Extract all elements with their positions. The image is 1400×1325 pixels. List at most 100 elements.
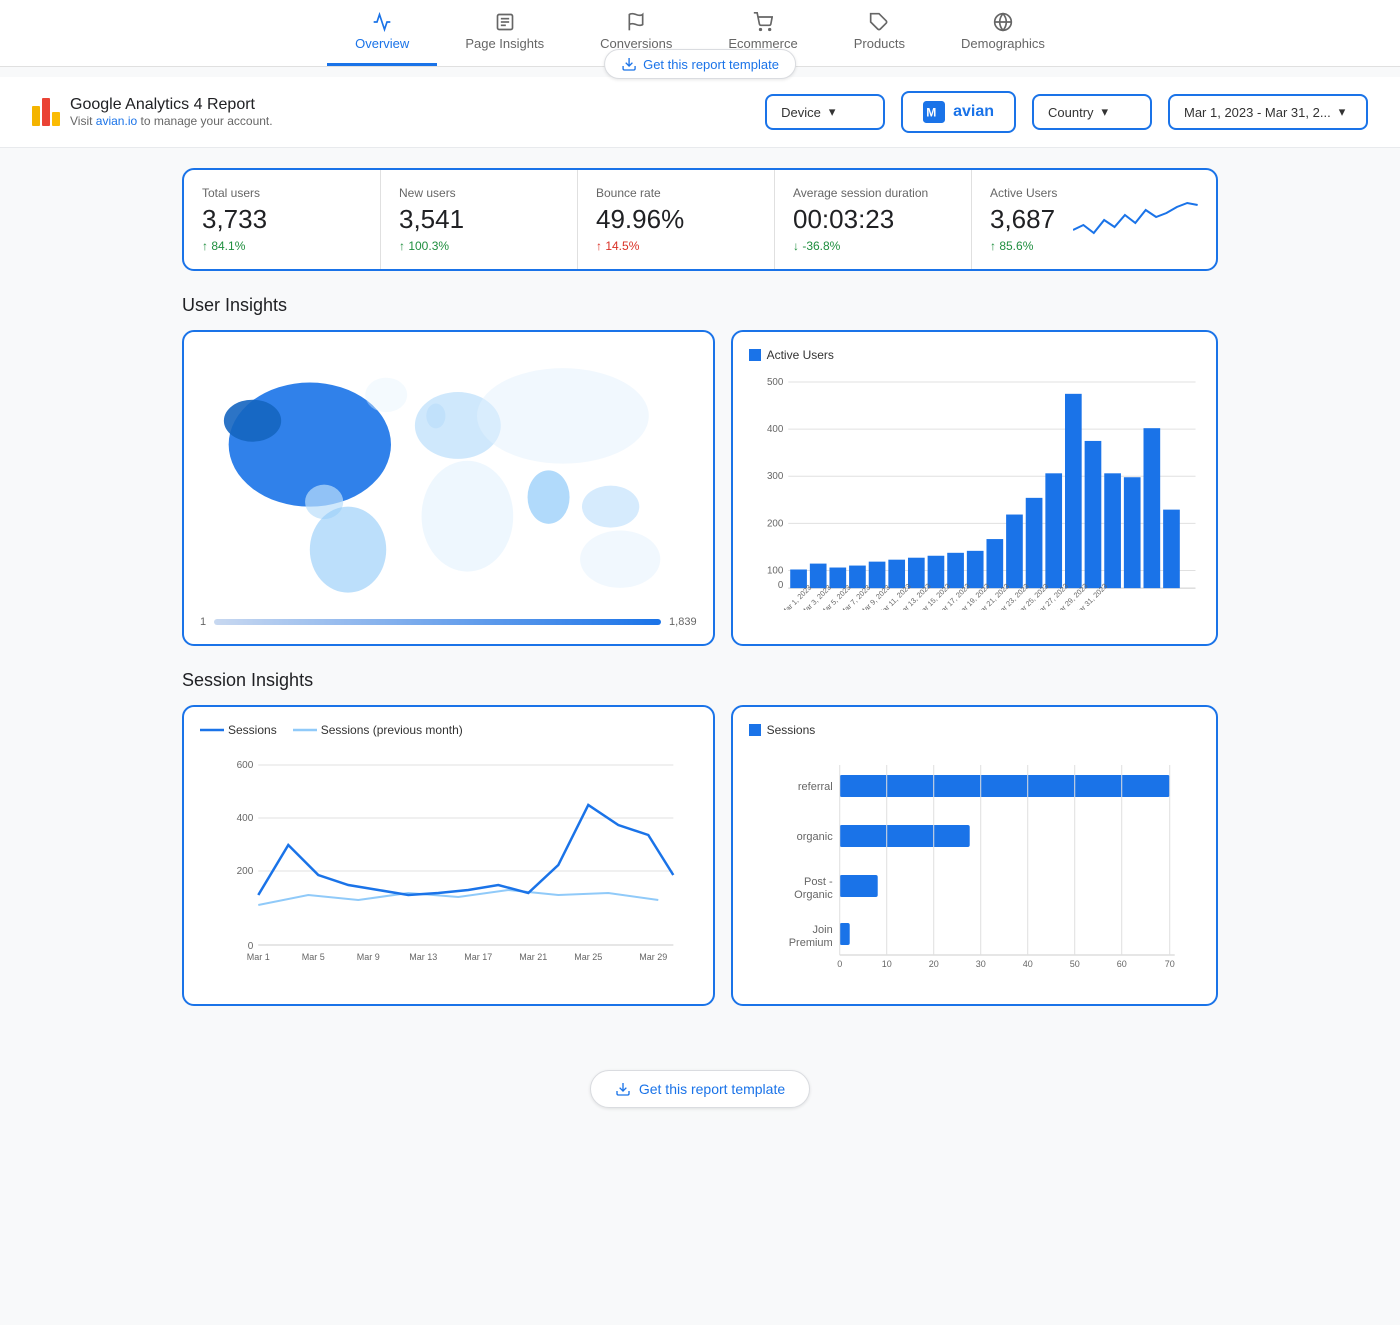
bar-legend-rect: [749, 349, 761, 361]
svg-text:Post -: Post -: [804, 876, 833, 888]
date-range-chevron-icon: ▾: [1339, 104, 1346, 120]
world-map: [200, 348, 697, 608]
svg-text:400: 400: [767, 424, 784, 435]
svg-text:Mar 21: Mar 21: [519, 952, 547, 962]
active-users-bar-chart-box: Active Users 500 400 300 200: [731, 330, 1218, 646]
svg-text:200: 200: [767, 518, 784, 529]
session-duration-label: Average session duration: [793, 186, 953, 200]
bar-chart-svg: 500 400 300 200 100 0: [749, 370, 1200, 610]
country-select[interactable]: Country ▾: [1032, 94, 1152, 130]
svg-text:100: 100: [767, 565, 784, 576]
get-template-top-label: Get this report template: [643, 57, 779, 72]
user-insights-title: User Insights: [182, 295, 1218, 316]
nav-page-insights-label: Page Insights: [465, 36, 544, 51]
sessions-line-chart-box: Sessions Sessions (previous month): [182, 705, 715, 1006]
map-legend-bar: [214, 619, 661, 625]
svg-text:Premium: Premium: [788, 937, 832, 949]
header-wrapper: Get this report template Google Analytic…: [0, 67, 1400, 148]
session-insights-row: Sessions Sessions (previous month): [182, 705, 1218, 1006]
line-chart-legend: Sessions Sessions (previous month): [200, 723, 697, 737]
active-users-value: 3,687: [990, 204, 1057, 235]
svg-text:30: 30: [975, 959, 985, 969]
date-range-select[interactable]: Mar 1, 2023 - Mar 31, 2... ▾: [1168, 94, 1368, 130]
nav-page-insights[interactable]: Page Insights: [437, 0, 572, 66]
bounce-rate-value: 49.96%: [596, 204, 756, 235]
map-legend-min: 1: [200, 616, 206, 628]
svg-text:400: 400: [237, 813, 254, 824]
svg-text:referral: referral: [797, 781, 832, 793]
sessions-hbar-chart-box: Sessions referral organic Post - Organic: [731, 705, 1218, 1006]
svg-text:Mar 13: Mar 13: [409, 952, 437, 962]
avian-text: avian: [953, 103, 994, 121]
bounce-rate-change: ↑ 14.5%: [596, 239, 756, 253]
sessions-line-chart: 600 400 200 0 Mar 1 Mar 5 Mar 9: [200, 745, 697, 985]
svg-text:Mar 17: Mar 17: [464, 952, 492, 962]
device-label: Device: [781, 105, 821, 120]
header-controls: Device ▾ M avian Country ▾ Mar 1, 2023 -…: [765, 91, 1368, 133]
user-insights-row: 1 1,839 Active Users: [182, 330, 1218, 646]
logo-sub: Visit avian.io to manage your account.: [70, 114, 273, 128]
world-map-svg: [200, 348, 697, 608]
session-duration-change: ↓ -36.8%: [793, 239, 953, 253]
nav-overview-label: Overview: [355, 36, 409, 51]
svg-text:300: 300: [767, 471, 784, 482]
avian-icon: M: [923, 101, 945, 123]
country-label: Country: [1048, 105, 1094, 120]
svg-text:0: 0: [837, 959, 842, 969]
get-template-bottom-button[interactable]: Get this report template: [590, 1070, 810, 1108]
avian-link[interactable]: avian.io: [96, 114, 137, 128]
stat-card-session-duration: Average session duration 00:03:23 ↓ -36.…: [775, 170, 972, 269]
active-users-change: ↑ 85.6%: [990, 239, 1057, 253]
world-map-box: 1 1,839: [182, 330, 715, 646]
svg-text:200: 200: [237, 866, 254, 877]
bar-legend-label: Active Users: [767, 348, 834, 362]
svg-text:Mar 1: Mar 1: [247, 952, 270, 962]
new-users-value: 3,541: [399, 204, 559, 235]
device-select[interactable]: Device ▾: [765, 94, 885, 130]
total-users-label: Total users: [202, 186, 362, 200]
active-users-label: Active Users: [990, 186, 1057, 200]
svg-text:50: 50: [1069, 959, 1079, 969]
stat-cards: Total users 3,733 ↑ 84.1% New users 3,54…: [182, 168, 1218, 271]
nav-overview[interactable]: Overview: [327, 0, 437, 66]
stat-card-total-users: Total users 3,733 ↑ 84.1%: [184, 170, 381, 269]
svg-text:organic: organic: [796, 831, 833, 843]
hbar-legend-rect: [749, 724, 761, 736]
svg-text:Mar 5: Mar 5: [302, 952, 325, 962]
logo-icon: [32, 98, 60, 126]
bounce-rate-label: Bounce rate: [596, 186, 756, 200]
svg-text:10: 10: [881, 959, 891, 969]
svg-text:Mar 29: Mar 29: [639, 952, 667, 962]
svg-text:70: 70: [1164, 959, 1174, 969]
new-users-change: ↑ 100.3%: [399, 239, 559, 253]
active-users-bar-chart: 500 400 300 200 100 0: [749, 370, 1200, 610]
hbar-chart-svg: referral organic Post - Organic Join Pre…: [749, 755, 1200, 975]
stat-card-active-users: Active Users 3,687 ↑ 85.6%: [972, 170, 1216, 269]
svg-text:Mar 9: Mar 9: [357, 952, 380, 962]
nav-demographics-label: Demographics: [961, 36, 1045, 51]
main-content: Total users 3,733 ↑ 84.1% New users 3,54…: [150, 148, 1250, 1050]
logo-sub-prefix: Visit: [70, 114, 96, 128]
svg-text:Join: Join: [812, 924, 832, 936]
avian-logo: M avian: [901, 91, 1016, 133]
download-icon: [615, 1081, 631, 1097]
total-users-value: 3,733: [202, 204, 362, 235]
map-legend: 1 1,839: [200, 616, 697, 628]
svg-text:600: 600: [237, 760, 254, 771]
nav-demographics[interactable]: Demographics: [933, 0, 1073, 66]
sessions-legend-label: Sessions: [228, 723, 277, 737]
nav-products[interactable]: Products: [826, 0, 933, 66]
new-users-label: New users: [399, 186, 559, 200]
bar-chart-legend: Active Users: [749, 348, 1200, 362]
device-chevron-icon: ▾: [829, 104, 836, 120]
nav-products-label: Products: [854, 36, 905, 51]
map-legend-max: 1,839: [669, 616, 697, 628]
date-range-label: Mar 1, 2023 - Mar 31, 2...: [1184, 105, 1331, 120]
svg-text:0: 0: [248, 941, 254, 952]
stat-card-new-users: New users 3,541 ↑ 100.3%: [381, 170, 578, 269]
get-template-top-button[interactable]: Get this report template: [604, 49, 796, 79]
line-chart-svg: 600 400 200 0 Mar 1 Mar 5 Mar 9: [200, 745, 697, 985]
svg-text:60: 60: [1116, 959, 1126, 969]
total-users-change: ↑ 84.1%: [202, 239, 362, 253]
header: Google Analytics 4 Report Visit avian.io…: [0, 77, 1400, 148]
